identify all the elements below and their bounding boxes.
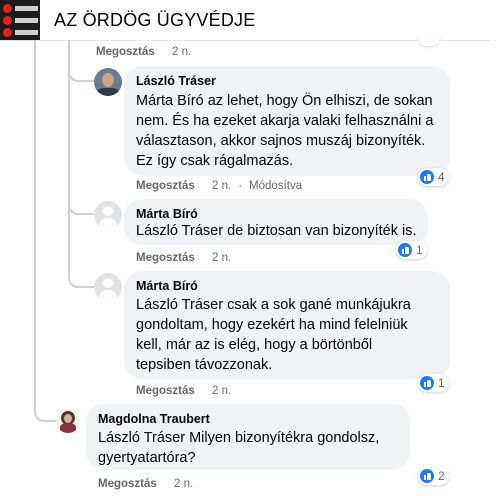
logo-line xyxy=(15,30,38,35)
comment-text: László Tráser de biztosan van bizonyíték… xyxy=(136,221,416,241)
scrollbar-track[interactable] xyxy=(490,40,495,496)
comment-time[interactable]: 2 n. xyxy=(212,385,231,397)
logo-line xyxy=(15,6,38,11)
share-link[interactable]: Megosztás xyxy=(98,478,157,490)
reaction-badge-partial[interactable] xyxy=(418,36,440,46)
comment-time[interactable]: 2 n. xyxy=(212,252,231,264)
avatar[interactable] xyxy=(94,201,122,229)
reaction-count-badge[interactable]: 1 xyxy=(418,374,449,392)
comment-line: Ez így csak rágalmazás. xyxy=(136,153,294,169)
thread-connector xyxy=(68,62,94,82)
thread-connector xyxy=(68,268,94,288)
comment-line: László Tráser de biztosan van bizonyíték… xyxy=(136,223,417,239)
page-title[interactable]: AZ ÖRDÖG ÜGYVÉDJE xyxy=(54,10,255,31)
avatar[interactable] xyxy=(56,409,80,433)
comment-bubble: Márta Bíró László Tráser csak a sok gané… xyxy=(124,271,450,379)
default-avatar-body xyxy=(99,290,117,301)
default-avatar-body xyxy=(99,218,117,229)
comment-line: László Tráser Milyen bizonyítékra gondol… xyxy=(98,430,380,446)
comment-bubble: Magdolna Traubert László Tráser Milyen b… xyxy=(86,404,410,470)
comment-author[interactable]: László Tráser xyxy=(136,74,216,88)
reaction-count-badge[interactable]: 4 xyxy=(418,168,449,186)
share-link[interactable]: Megosztás xyxy=(136,180,195,192)
thread-line-main xyxy=(34,40,36,412)
comment-meta: Megosztás 2 n. xyxy=(136,385,231,397)
like-icon xyxy=(420,376,434,390)
share-link[interactable]: Megosztás xyxy=(136,252,195,264)
like-icon xyxy=(420,170,434,184)
comment-time[interactable]: 2 n. xyxy=(172,46,191,58)
comment-line: gyertyatartóra? xyxy=(98,450,196,466)
reaction-count: 1 xyxy=(438,376,445,390)
comment-line: Márta Bíró az lehet, hogy Ön elhiszi, de… xyxy=(136,93,433,109)
comment-author[interactable]: Márta Bíró xyxy=(136,207,198,221)
comment-meta: Megosztás 2 n. xyxy=(98,478,193,490)
comment-time[interactable]: 2 n. xyxy=(212,180,231,192)
comment-author[interactable]: Magdolna Traubert xyxy=(98,412,210,426)
comment-meta: Megosztás 2 n. xyxy=(96,46,191,58)
default-avatar-icon xyxy=(103,278,113,288)
comment-text: László Tráser Milyen bizonyítékra gondol… xyxy=(98,428,379,468)
default-avatar-icon xyxy=(103,206,113,216)
comment-line: kell, már az is elég, hogy a börtönből xyxy=(136,337,373,353)
logo-line xyxy=(15,18,38,23)
logo-dot-icon xyxy=(3,16,12,25)
like-icon xyxy=(398,243,412,257)
comment-line: László Tráser csak a sok gané munkájukra xyxy=(136,297,411,313)
avatar[interactable] xyxy=(94,68,122,96)
reaction-count-badge[interactable]: 2 xyxy=(418,467,449,485)
comment-text: Márta Bíró az lehet, hogy Ön elhiszi, de… xyxy=(136,91,433,171)
avatar[interactable] xyxy=(94,273,122,301)
reaction-count-badge[interactable]: 1 xyxy=(396,241,427,259)
like-icon xyxy=(420,469,434,483)
share-link[interactable]: Megosztás xyxy=(136,385,195,397)
share-link[interactable]: Megosztás xyxy=(96,46,155,58)
reaction-count: 1 xyxy=(416,243,423,257)
edited-label[interactable]: Módosítva xyxy=(249,180,302,192)
thread-connector xyxy=(34,402,56,422)
logo-dot-icon xyxy=(3,28,12,37)
reaction-count: 2 xyxy=(438,469,445,483)
thread-connector xyxy=(68,195,94,215)
comment-line: nem. És ha ezeket akarja valaki felhaszn… xyxy=(136,113,434,129)
page-logo[interactable] xyxy=(0,0,40,40)
comment-time[interactable]: 2 n. xyxy=(174,478,193,490)
avatar-shirt xyxy=(60,423,76,433)
comment-line: tepsiben távozzonak. xyxy=(136,357,273,373)
avatar-face xyxy=(64,414,72,423)
comment-line: gondoltam, hogy ezekért ha mind felelniü… xyxy=(136,317,408,333)
logo-dot-icon xyxy=(3,4,12,13)
comment-text: László Tráser csak a sok gané munkájukra… xyxy=(136,295,411,375)
avatar-face xyxy=(102,73,114,87)
comment-bubble: László Tráser Márta Bíró az lehet, hogy … xyxy=(124,66,450,176)
comment-line: választason, akkor sajnos muszáj bizonyí… xyxy=(136,133,426,149)
comment-meta: Megosztás 2 n. xyxy=(136,252,231,264)
reaction-count: 4 xyxy=(438,170,445,184)
comment-bubble: Márta Bíró László Tráser de biztosan van… xyxy=(124,199,428,245)
avatar-shirt xyxy=(96,88,120,96)
page-header: AZ ÖRDÖG ÜGYVÉDJE xyxy=(0,0,496,41)
comment-author[interactable]: Márta Bíró xyxy=(136,279,198,293)
comment-meta: Megosztás 2 n. · Módosítva xyxy=(136,180,303,192)
